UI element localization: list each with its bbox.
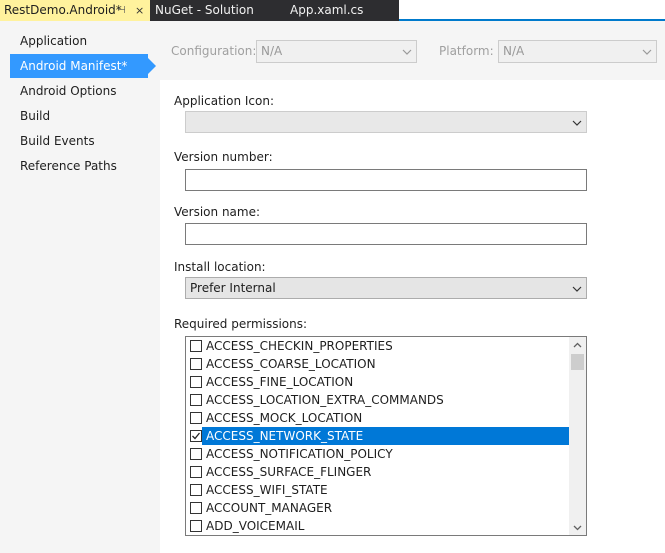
- nav-item-application[interactable]: Application: [10, 29, 148, 53]
- permission-item[interactable]: ADD_VOICEMAIL: [186, 517, 570, 535]
- tab-app-xaml-cs[interactable]: App.xaml.cs: [272, 0, 399, 21]
- permission-item[interactable]: ACCESS_WIFI_STATE: [186, 481, 570, 499]
- permission-name: ACCESS_NETWORK_STATE: [202, 427, 570, 445]
- permission-item[interactable]: ACCESS_LOCATION_EXTRA_COMMANDS: [186, 391, 570, 409]
- permission-checkbox[interactable]: [190, 466, 202, 478]
- nav-item-android-manifest[interactable]: Android Manifest*: [10, 54, 156, 78]
- permission-checkbox[interactable]: [190, 376, 202, 388]
- platform-value: N/A: [503, 44, 525, 58]
- tab-label: RestDemo.Android*: [4, 3, 122, 17]
- tab-restdemo-android[interactable]: RestDemo.Android* ⊣ ×: [0, 0, 150, 21]
- permissions-list[interactable]: ADD_VOICEMAIL ACCOUNT_MANAGER ACCESS_WIFI_…: [185, 336, 587, 536]
- permission-name: ADD_VOICEMAIL: [206, 519, 305, 533]
- permission-checkbox[interactable]: [190, 448, 202, 460]
- application-icon-select: [185, 111, 587, 133]
- permission-item[interactable]: ACCESS_SURFACE_FLINGER: [186, 463, 570, 481]
- permission-item[interactable]: ACCESS_CHECKIN_PROPERTIES: [186, 337, 570, 355]
- permission-checkbox[interactable]: [190, 520, 202, 532]
- permission-checkbox[interactable]: [190, 484, 202, 496]
- install-location-value: Prefer Internal: [190, 281, 276, 295]
- scrollbar-thumb[interactable]: [571, 354, 584, 370]
- application-icon-label: Application Icon:: [174, 94, 274, 108]
- tab-nuget-solution[interactable]: NuGet - Solution: [150, 0, 272, 21]
- permission-checkbox[interactable]: [190, 340, 202, 352]
- permission-item[interactable]: ACCOUNT_MANAGER: [186, 499, 570, 517]
- permission-name: ACCESS_MOCK_LOCATION: [206, 411, 363, 425]
- configuration-label: Configuration:: [171, 44, 257, 58]
- permission-item[interactable]: ACCESS_MOCK_LOCATION: [186, 409, 570, 427]
- pin-icon[interactable]: ⊣: [117, 0, 126, 21]
- permission-name: ACCESS_LOCATION_EXTRA_COMMANDS: [206, 393, 444, 407]
- chevron-down-icon: [642, 41, 652, 64]
- nav-item-android-options[interactable]: Android Options: [10, 79, 148, 103]
- permission-checkbox[interactable]: [190, 412, 202, 424]
- version-number-label: Version number:: [174, 150, 273, 164]
- permission-name: ACCESS_COARSE_LOCATION: [206, 357, 376, 371]
- scroll-down-icon[interactable]: [569, 519, 586, 535]
- tab-label: NuGet - Solution: [155, 3, 254, 17]
- permission-checkbox[interactable]: [190, 358, 202, 370]
- platform-select: N/A: [498, 40, 657, 63]
- permission-item[interactable]: ACCESS_FINE_LOCATION: [186, 373, 570, 391]
- checkmark-icon: [192, 432, 201, 440]
- configuration-bar: Configuration: N/A Platform: N/A: [160, 23, 665, 80]
- permission-checkbox[interactable]: [190, 502, 202, 514]
- project-properties-nav: Application Android Manifest* Android Op…: [0, 23, 160, 553]
- permission-item[interactable]: ACCESS_NOTIFICATION_POLICY: [186, 445, 570, 463]
- permission-item[interactable]: ACCESS_COARSE_LOCATION: [186, 355, 570, 373]
- version-name-label: Version name:: [174, 205, 261, 219]
- document-tab-strip: RestDemo.Android* ⊣ × NuGet - Solution A…: [0, 0, 665, 21]
- configuration-value: N/A: [261, 44, 283, 58]
- permission-checkbox[interactable]: [190, 430, 202, 442]
- vertical-scrollbar[interactable]: [569, 337, 586, 535]
- install-location-select[interactable]: Prefer Internal: [185, 277, 587, 299]
- permission-name: ACCESS_NOTIFICATION_POLICY: [206, 447, 393, 461]
- permission-item[interactable]: ACCESS_NETWORK_STATE: [186, 427, 570, 445]
- install-location-label: Install location:: [174, 260, 266, 274]
- configuration-select: N/A: [256, 40, 417, 63]
- scroll-up-icon[interactable]: [569, 337, 586, 353]
- permission-name: ACCOUNT_MANAGER: [206, 501, 333, 515]
- nav-item-build[interactable]: Build: [10, 104, 148, 128]
- permission-checkbox[interactable]: [190, 394, 202, 406]
- permission-name: ACCESS_CHECKIN_PROPERTIES: [206, 339, 393, 353]
- nav-item-reference-paths[interactable]: Reference Paths: [10, 154, 148, 178]
- chevron-down-icon: [572, 278, 582, 301]
- version-name-field[interactable]: [185, 223, 587, 245]
- permission-name: ACCESS_WIFI_STATE: [206, 483, 328, 497]
- version-number-field[interactable]: [185, 169, 587, 191]
- tab-label: App.xaml.cs: [290, 3, 364, 17]
- chevron-down-icon: [572, 112, 582, 135]
- android-manifest-panel: Application Icon: Version number: Versio…: [160, 80, 665, 553]
- nav-item-build-events[interactable]: Build Events: [10, 129, 148, 153]
- required-permissions-label: Required permissions:: [174, 317, 308, 331]
- permission-name: ACCESS_FINE_LOCATION: [206, 375, 354, 389]
- permission-name: ACCESS_SURFACE_FLINGER: [206, 465, 372, 479]
- close-icon[interactable]: ×: [135, 0, 144, 21]
- platform-label: Platform:: [439, 44, 494, 58]
- chevron-down-icon: [402, 41, 412, 64]
